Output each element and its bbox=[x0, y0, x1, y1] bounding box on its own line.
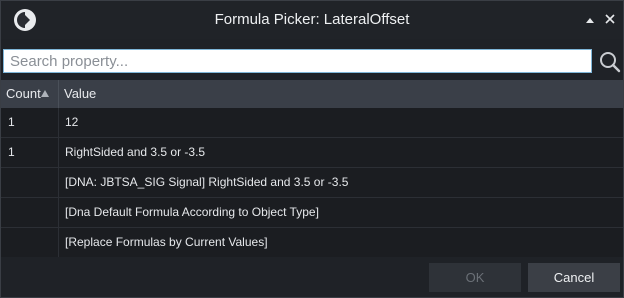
minimize-button[interactable] bbox=[581, 10, 599, 28]
column-header-value[interactable]: Value bbox=[64, 80, 96, 108]
column-header-label: Value bbox=[64, 86, 97, 101]
dialog-footer: OK Cancel bbox=[1, 257, 623, 297]
search-row bbox=[1, 45, 623, 77]
cell-divider bbox=[58, 198, 59, 228]
cell-value: 12 bbox=[65, 115, 79, 129]
sort-ascending-icon bbox=[41, 90, 49, 97]
cell-count: 1 bbox=[8, 115, 15, 129]
cell-divider bbox=[58, 228, 59, 258]
table-row[interactable]: 1 RightSided and 3.5 or -3.5 bbox=[1, 138, 623, 168]
cell-count: 1 bbox=[8, 145, 15, 159]
column-divider[interactable] bbox=[58, 80, 59, 108]
cancel-button[interactable]: Cancel bbox=[528, 263, 620, 292]
dialog-title: Formula Picker: LateralOffset bbox=[214, 11, 410, 28]
close-icon bbox=[605, 14, 615, 24]
table-row[interactable]: [Replace Formulas by Current Values] bbox=[1, 228, 623, 258]
table-row[interactable]: [Dna Default Formula According to Object… bbox=[1, 198, 623, 228]
cell-value: [DNA: JBTSA_SIG Signal] RightSided and 3… bbox=[65, 175, 349, 189]
table-header: Count Value bbox=[1, 80, 623, 108]
cell-divider bbox=[58, 138, 59, 168]
ok-button[interactable]: OK bbox=[429, 263, 521, 292]
column-header-label: Count bbox=[6, 86, 41, 101]
formula-picker-dialog: Formula Picker: LateralOffset Count bbox=[0, 0, 624, 298]
table-row[interactable]: [DNA: JBTSA_SIG Signal] RightSided and 3… bbox=[1, 168, 623, 198]
table-row[interactable]: 1 12 bbox=[1, 108, 623, 138]
search-icon[interactable] bbox=[599, 51, 621, 73]
cell-value: [Replace Formulas by Current Values] bbox=[65, 235, 268, 249]
cell-value: [Dna Default Formula According to Object… bbox=[65, 205, 319, 219]
search-input[interactable] bbox=[3, 49, 592, 73]
cell-divider bbox=[58, 108, 59, 138]
cell-divider bbox=[58, 168, 59, 198]
close-button[interactable] bbox=[601, 10, 619, 28]
title-bar[interactable]: Formula Picker: LateralOffset bbox=[1, 1, 623, 39]
caret-up-icon bbox=[586, 18, 594, 23]
cell-value: RightSided and 3.5 or -3.5 bbox=[65, 145, 206, 159]
values-table: Count Value 1 12 1 RightSided and 3.5 or… bbox=[1, 80, 623, 258]
